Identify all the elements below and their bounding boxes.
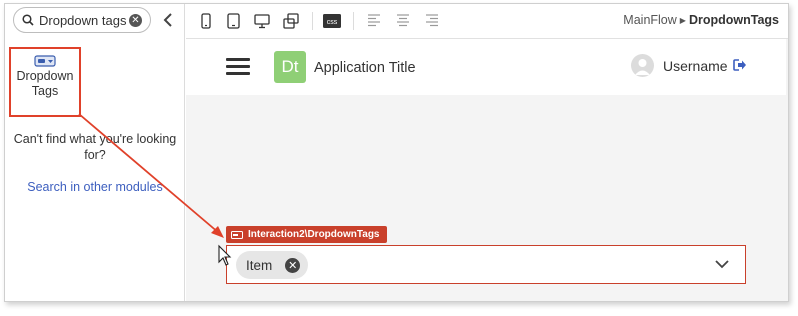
avatar[interactable] — [631, 54, 654, 77]
clear-search-icon[interactable]: ✕ — [129, 13, 142, 27]
dropdown-widget-icon — [231, 230, 243, 239]
chevron-down-icon[interactable] — [715, 260, 729, 269]
dropdown-widget-icon — [34, 55, 56, 67]
align-left-icon[interactable] — [367, 13, 381, 27]
app-logo: Dt — [274, 51, 306, 83]
breadcrumb-current: DropdownTags — [688, 13, 779, 27]
rotate-device-icon[interactable] — [283, 13, 299, 29]
widget-search-box[interactable]: ✕ — [13, 7, 151, 33]
search-other-modules-link[interactable]: Search in other modules — [5, 179, 185, 195]
css-label: css — [327, 19, 338, 26]
tag-chip-label: Item — [246, 257, 273, 273]
toolbar: css MainFlow ▶ DropdownTags — [186, 4, 788, 39]
widget-panel: ✕ Dropdown Tags Can't find what you're l… — [5, 4, 185, 301]
breadcrumb-parent[interactable]: MainFlow — [623, 13, 677, 27]
app-title: Application Title — [314, 60, 416, 76]
tablet-icon[interactable] — [227, 13, 240, 29]
dropdown-tags-field[interactable]: Item ✕ — [226, 245, 746, 284]
search-icon — [22, 14, 34, 26]
breadcrumb: MainFlow ▶ DropdownTags — [623, 13, 779, 27]
studio-window: ✕ Dropdown Tags Can't find what you're l… — [4, 3, 789, 302]
toolbar-separator — [353, 12, 354, 30]
widget-search-input[interactable] — [39, 12, 127, 28]
menu-icon[interactable] — [226, 58, 250, 76]
align-center-icon[interactable] — [396, 13, 410, 27]
widget-label: Dropdown Tags — [16, 69, 74, 98]
not-found-text: Can't find what you're looking for? — [13, 132, 177, 162]
collapse-panel-icon[interactable] — [161, 12, 175, 28]
css-icon[interactable]: css — [323, 13, 341, 29]
widget-dropdown-tags[interactable]: Dropdown Tags — [9, 47, 81, 117]
align-right-icon[interactable] — [425, 13, 439, 27]
username[interactable]: Username — [663, 58, 728, 74]
tag-chip[interactable]: Item ✕ — [236, 251, 309, 279]
design-canvas: Dt Application Title Username Interactio… — [186, 39, 788, 301]
phone-icon[interactable] — [201, 13, 211, 29]
breadcrumb-arrow-icon: ▶ — [679, 16, 686, 25]
user-icon — [635, 59, 650, 75]
remove-tag-icon[interactable]: ✕ — [285, 257, 301, 273]
desktop-icon[interactable] — [254, 13, 270, 29]
widget-name-text: Interaction2\DropdownTags — [248, 229, 380, 240]
widget-name-tag: Interaction2\DropdownTags — [226, 226, 387, 243]
logout-icon[interactable] — [733, 59, 747, 71]
toolbar-separator — [312, 12, 313, 30]
app-header: Dt Application Title Username — [186, 39, 786, 95]
